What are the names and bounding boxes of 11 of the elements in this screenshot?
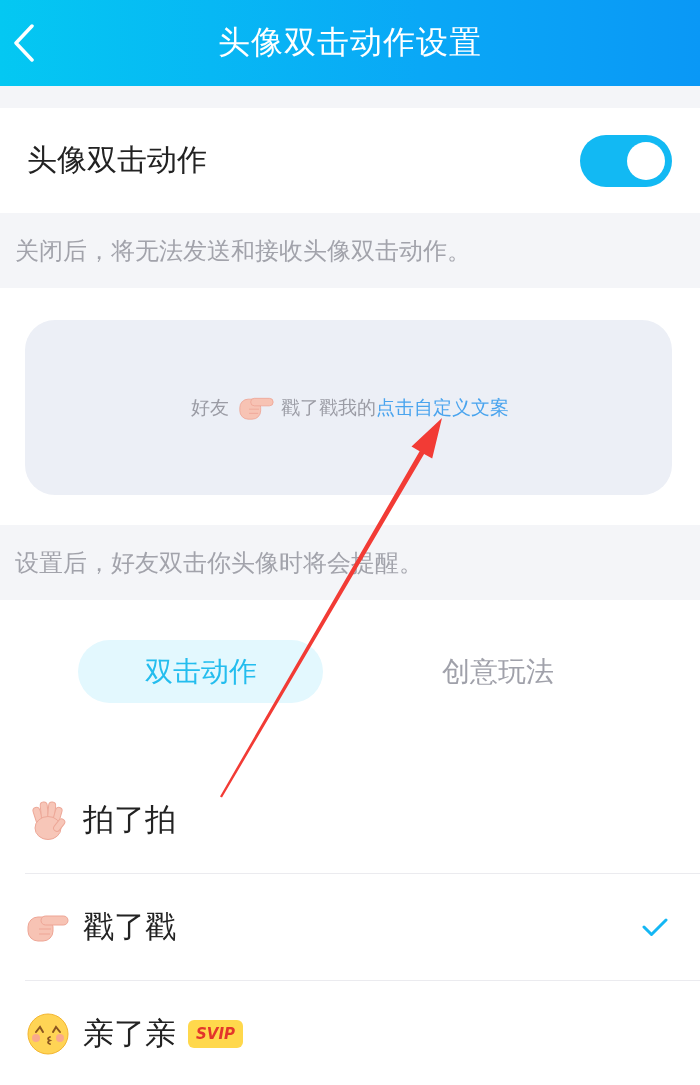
back-icon xyxy=(13,24,35,62)
toggle-switch[interactable] xyxy=(580,134,672,187)
pointing-hand-icon xyxy=(238,395,274,420)
setting-label: 头像双击动作 xyxy=(27,141,207,179)
smiling-face-icon xyxy=(27,1013,69,1055)
svip-badge: SVIP xyxy=(188,1020,243,1048)
preview-message: 好友 戳了戳我的点击自定义文案 xyxy=(190,394,509,421)
pointing-hand-icon xyxy=(27,912,69,942)
hint-text: 关闭后，将无法发送和接收头像双击动作。 xyxy=(14,235,472,267)
back-button[interactable] xyxy=(12,23,36,63)
page-title: 头像双击动作设置 xyxy=(218,22,482,63)
